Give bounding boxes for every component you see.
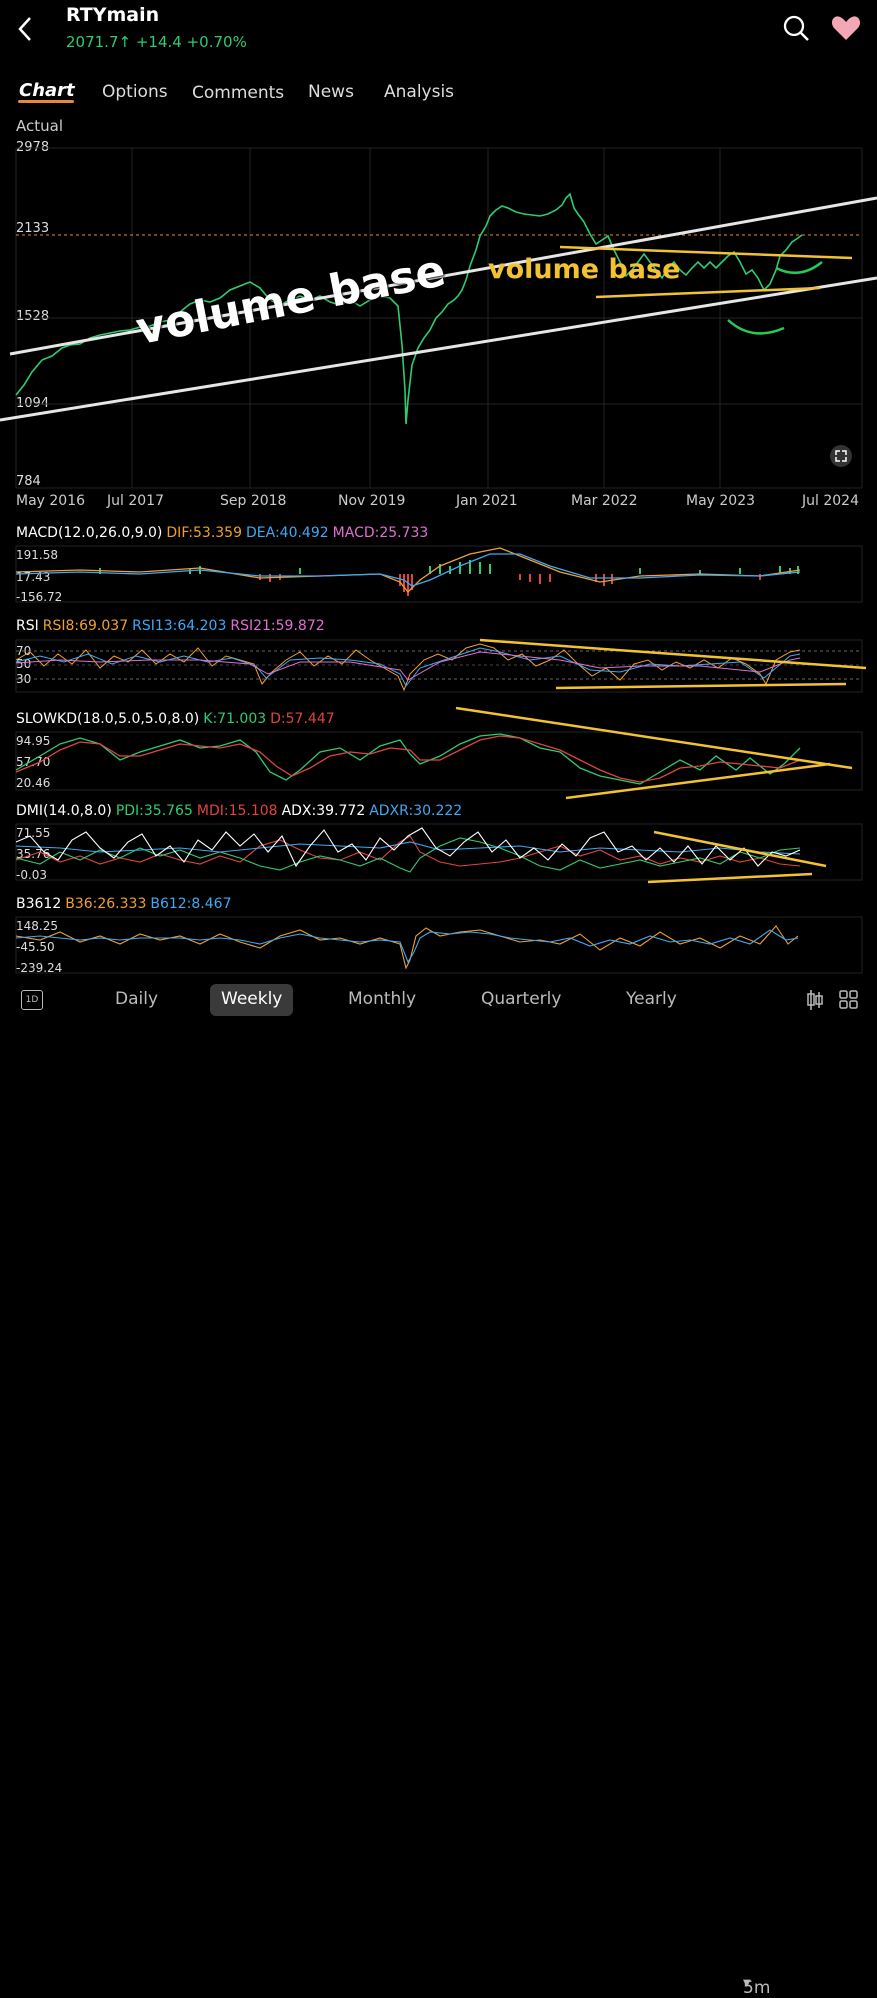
rsi-header[interactable]: RSI RSI8:69.037 RSI13:64.203 RSI21:59.872 bbox=[16, 618, 329, 634]
period-daily[interactable]: Daily bbox=[115, 989, 158, 1009]
macd-tick: 191.58 bbox=[16, 548, 58, 562]
x-tick-label: Sep 2018 bbox=[220, 493, 287, 509]
rsi-21: RSI21:59.872 bbox=[230, 618, 325, 634]
x-tick-label: Nov 2019 bbox=[338, 493, 406, 509]
annotation-line bbox=[565, 762, 831, 800]
slowkd-tick: 94.95 bbox=[16, 734, 51, 748]
dmi-adx: ADX:39.772 bbox=[281, 803, 366, 819]
rsi-tick: 30 bbox=[16, 672, 32, 686]
x-tick-label: Jul 2024 bbox=[802, 493, 859, 509]
annotation-line bbox=[647, 872, 813, 884]
macd-tick: -156.72 bbox=[16, 590, 63, 604]
period-weekly[interactable]: Weekly bbox=[221, 989, 282, 1009]
macd-value: MACD:25.733 bbox=[332, 525, 429, 541]
b3612-b612: B612:8.467 bbox=[150, 896, 232, 912]
macd-name: MACD(12.0,26.0,9.0) bbox=[16, 525, 163, 541]
dmi-name: DMI(14.0,8.0) bbox=[16, 803, 112, 819]
fullscreen-button[interactable] bbox=[830, 445, 852, 467]
macd-dea: DEA:40.492 bbox=[245, 525, 329, 541]
candle-style-button[interactable] bbox=[804, 988, 826, 1012]
rsi-8: RSI8:69.037 bbox=[42, 618, 129, 634]
dmi-pdi: PDI:35.765 bbox=[115, 803, 193, 819]
slowkd-d: D:57.447 bbox=[270, 711, 335, 727]
b3612-name: B3612 bbox=[16, 896, 62, 912]
x-tick-label: Mar 2022 bbox=[571, 493, 638, 509]
annotation-line bbox=[555, 682, 847, 690]
macd-tick: 17.43 bbox=[16, 570, 51, 584]
macd-header[interactable]: MACD(12.0,26.0,9.0) DIF:53.359 DEA:40.492 M… bbox=[16, 525, 432, 541]
dmi-mdi: MDI:15.108 bbox=[196, 803, 278, 819]
green-arc-annotation bbox=[775, 261, 823, 275]
rsi-tick: 70 bbox=[16, 644, 32, 658]
x-tick-label: May 2016 bbox=[16, 493, 86, 509]
candlestick-icon bbox=[807, 990, 823, 1010]
dmi-adxr: ADXR:30.222 bbox=[369, 803, 463, 819]
b3612-b36: B36:26.333 bbox=[65, 896, 147, 912]
b3612-tick: -45.50 bbox=[16, 940, 55, 954]
annotation-line bbox=[653, 830, 827, 868]
x-tick-label: May 2023 bbox=[686, 493, 756, 509]
period-monthly[interactable]: Monthly bbox=[348, 989, 416, 1009]
green-arc-annotation bbox=[727, 319, 785, 335]
period-picker-button[interactable]: 1D bbox=[21, 990, 43, 1010]
b3612-tick: 148.25 bbox=[16, 919, 58, 933]
dmi-tick: 71.55 bbox=[16, 826, 51, 840]
grid-icon bbox=[839, 990, 858, 1009]
slowkd-tick: 20.46 bbox=[16, 776, 51, 790]
rsi-tick: 50 bbox=[16, 657, 32, 671]
dropdown-caret-icon: ▼ bbox=[743, 1978, 751, 1989]
rsi-name: RSI bbox=[16, 618, 39, 634]
annotation-volume-base-small: volume base bbox=[488, 254, 681, 285]
dmi-header[interactable]: DMI(14.0,8.0) PDI:35.765 MDI:15.108 ADX:39.… bbox=[16, 803, 466, 819]
expand-icon bbox=[835, 450, 847, 462]
rsi-13: RSI13:64.203 bbox=[132, 618, 227, 634]
annotation-line bbox=[455, 706, 853, 770]
period-icon-label: 1D bbox=[25, 995, 39, 1005]
macd-dif: DIF:53.359 bbox=[166, 525, 242, 541]
b3612-tick: -239.24 bbox=[16, 961, 63, 975]
dmi-tick: -0.03 bbox=[16, 868, 48, 882]
period-yearly[interactable]: Yearly bbox=[626, 989, 677, 1009]
layout-grid-button[interactable] bbox=[838, 988, 860, 1012]
slowkd-name: SLOWKD(18.0,5.0,5.0,8.0) bbox=[16, 711, 200, 727]
x-tick-label: Jan 2021 bbox=[456, 493, 518, 509]
slowkd-header[interactable]: SLOWKD(18.0,5.0,5.0,8.0) K:71.003 D:57.447 bbox=[16, 711, 339, 727]
x-tick-label: Jul 2017 bbox=[107, 493, 164, 509]
dmi-tick: 35.76 bbox=[16, 847, 51, 861]
b3612-header[interactable]: B3612 B36:26.333 B612:8.467 bbox=[16, 896, 235, 912]
annotation-line bbox=[479, 638, 867, 670]
period-quarterly[interactable]: Quarterly bbox=[481, 989, 561, 1009]
slowkd-tick: 57.70 bbox=[16, 755, 51, 769]
slowkd-k: K:71.003 bbox=[203, 711, 267, 727]
